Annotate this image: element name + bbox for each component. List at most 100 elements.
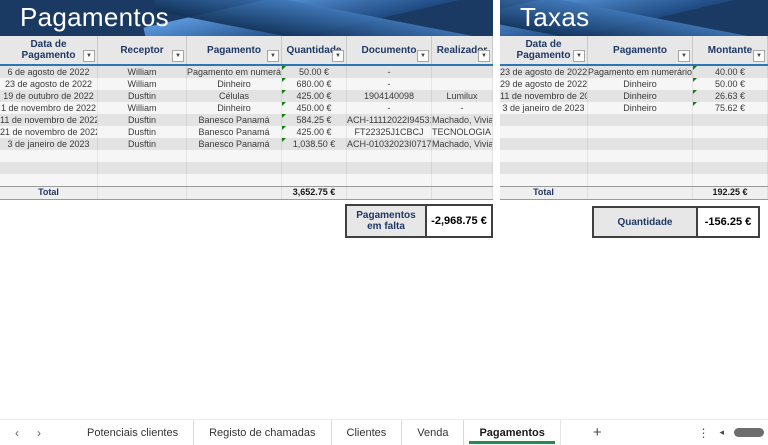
table-cell[interactable]: Pagamento em numerário: [187, 66, 282, 78]
table-cell[interactable]: [432, 150, 493, 162]
table-cell[interactable]: Lumilux: [432, 90, 493, 102]
table-cell[interactable]: Células: [187, 90, 282, 102]
table-cell[interactable]: [693, 162, 768, 174]
table-cell[interactable]: 425.00 €: [282, 126, 347, 138]
table-cell[interactable]: TECNOLOGIA LED: [432, 126, 493, 138]
table-cell[interactable]: William: [98, 102, 187, 114]
table-row[interactable]: 21 de novembro de 2022DusftinBanesco Pan…: [0, 126, 493, 138]
table-cell[interactable]: [98, 162, 187, 174]
table-cell[interactable]: [588, 174, 693, 186]
filter-dropdown-icon[interactable]: ▼: [172, 50, 184, 62]
table-row[interactable]: 3 de janeiro de 2023DusftinBanesco Panam…: [0, 138, 493, 150]
sheet-menu-icon[interactable]: ⋮: [697, 426, 709, 440]
table-row[interactable]: [500, 174, 768, 186]
table-cell[interactable]: 3 de janeiro de 2023: [0, 138, 98, 150]
table-cell[interactable]: Dusftin: [98, 126, 187, 138]
table-cell[interactable]: Dinheiro: [588, 78, 693, 90]
table-cell[interactable]: 75.62 €: [693, 102, 768, 114]
table-cell[interactable]: [432, 78, 493, 90]
table-cell[interactable]: 450.00 €: [282, 102, 347, 114]
table-cell[interactable]: 3 de janeiro de 2023: [500, 102, 588, 114]
prev-sheet-icon[interactable]: ‹: [6, 426, 28, 440]
table-row[interactable]: 3 de janeiro de 2023Dinheiro75.62 €: [500, 102, 768, 114]
horizontal-scrollbar-thumb[interactable]: [734, 428, 764, 437]
table-cell[interactable]: Machado, Vivian: [432, 138, 493, 150]
table-cell[interactable]: [347, 174, 432, 186]
table-cell[interactable]: ACH-01032023I071763: [347, 138, 432, 150]
table-cell[interactable]: 50.00 €: [282, 66, 347, 78]
filter-dropdown-icon[interactable]: ▼: [267, 50, 279, 62]
table-cell[interactable]: [0, 174, 98, 186]
table-cell[interactable]: [500, 162, 588, 174]
table-cell[interactable]: [432, 162, 493, 174]
filter-dropdown-icon[interactable]: ▼: [83, 50, 95, 62]
table-cell[interactable]: Dinheiro: [187, 78, 282, 90]
table-cell[interactable]: [187, 174, 282, 186]
table-cell[interactable]: Dinheiro: [588, 90, 693, 102]
table-cell[interactable]: [347, 162, 432, 174]
table-cell[interactable]: 23 de agosto de 2022: [0, 78, 98, 90]
table-cell[interactable]: 425.00 €: [282, 90, 347, 102]
filter-dropdown-icon[interactable]: ▼: [753, 50, 765, 62]
table-cell[interactable]: 1,038.50 €: [282, 138, 347, 150]
table-cell[interactable]: -: [347, 102, 432, 114]
filter-dropdown-icon[interactable]: ▼: [478, 50, 490, 62]
table-cell[interactable]: William: [98, 78, 187, 90]
table-cell[interactable]: 11 de novembro de 2022: [0, 114, 98, 126]
table-row[interactable]: 11 de novembro de 2022Dinheiro26.63 €: [500, 90, 768, 102]
table-cell[interactable]: [432, 66, 493, 78]
table-cell[interactable]: 23 de agosto de 2022: [500, 66, 588, 78]
table-cell[interactable]: ACH-11112022I945315: [347, 114, 432, 126]
table-row[interactable]: 1 de novembro de 2022WilliamDinheiro450.…: [0, 102, 493, 114]
table-cell[interactable]: [693, 126, 768, 138]
table-row[interactable]: [500, 138, 768, 150]
table-cell[interactable]: -: [432, 102, 493, 114]
table-row[interactable]: 29 de agosto de 2022Dinheiro50.00 €: [500, 78, 768, 90]
table-cell[interactable]: Dusftin: [98, 138, 187, 150]
filter-dropdown-icon[interactable]: ▼: [417, 50, 429, 62]
sheet-tab-potenciais-clientes[interactable]: Potenciais clientes: [72, 420, 194, 445]
table-cell[interactable]: [432, 174, 493, 186]
sheet-tab-registo-de-chamadas[interactable]: Registo de chamadas: [194, 420, 331, 445]
table-row[interactable]: [500, 114, 768, 126]
table-cell[interactable]: [187, 150, 282, 162]
table-cell[interactable]: FT22325J1CBCJ: [347, 126, 432, 138]
table-cell[interactable]: [0, 150, 98, 162]
table-cell[interactable]: Banesco Panamá: [187, 138, 282, 150]
table-cell[interactable]: [0, 162, 98, 174]
table-cell[interactable]: [693, 150, 768, 162]
table-cell[interactable]: [588, 162, 693, 174]
table-cell[interactable]: 29 de agosto de 2022: [500, 78, 588, 90]
table-cell[interactable]: [588, 126, 693, 138]
scrollbar-left-arrow-icon[interactable]: ◂: [719, 427, 724, 438]
filter-dropdown-icon[interactable]: ▼: [678, 50, 690, 62]
table-row[interactable]: [500, 150, 768, 162]
sheet-tab-clientes[interactable]: Clientes: [332, 420, 403, 445]
table-cell[interactable]: [588, 138, 693, 150]
table-cell[interactable]: Dusftin: [98, 90, 187, 102]
table-row[interactable]: 11 de novembro de 2022DusftinBanesco Pan…: [0, 114, 493, 126]
table-row[interactable]: [0, 162, 493, 174]
filter-dropdown-icon[interactable]: ▼: [573, 50, 585, 62]
table-cell[interactable]: [282, 162, 347, 174]
table-cell[interactable]: [282, 174, 347, 186]
add-sheet-button[interactable]: +: [575, 420, 620, 445]
table-cell[interactable]: [588, 114, 693, 126]
table-cell[interactable]: 50.00 €: [693, 78, 768, 90]
table-row[interactable]: [0, 174, 493, 186]
next-sheet-icon[interactable]: ›: [28, 426, 50, 440]
table-row[interactable]: [500, 126, 768, 138]
sheet-tab-pagamentos[interactable]: Pagamentos: [464, 420, 560, 445]
table-row[interactable]: [500, 162, 768, 174]
table-cell[interactable]: [500, 126, 588, 138]
table-cell[interactable]: [187, 162, 282, 174]
table-cell[interactable]: [98, 150, 187, 162]
table-cell[interactable]: 21 de novembro de 2022: [0, 126, 98, 138]
table-cell[interactable]: [282, 150, 347, 162]
table-cell[interactable]: Banesco Panamá: [187, 126, 282, 138]
table-row[interactable]: 23 de agosto de 2022WilliamDinheiro680.0…: [0, 78, 493, 90]
table-cell[interactable]: [500, 114, 588, 126]
table-cell[interactable]: [500, 174, 588, 186]
table-cell[interactable]: 40.00 €: [693, 66, 768, 78]
table-row[interactable]: [0, 150, 493, 162]
